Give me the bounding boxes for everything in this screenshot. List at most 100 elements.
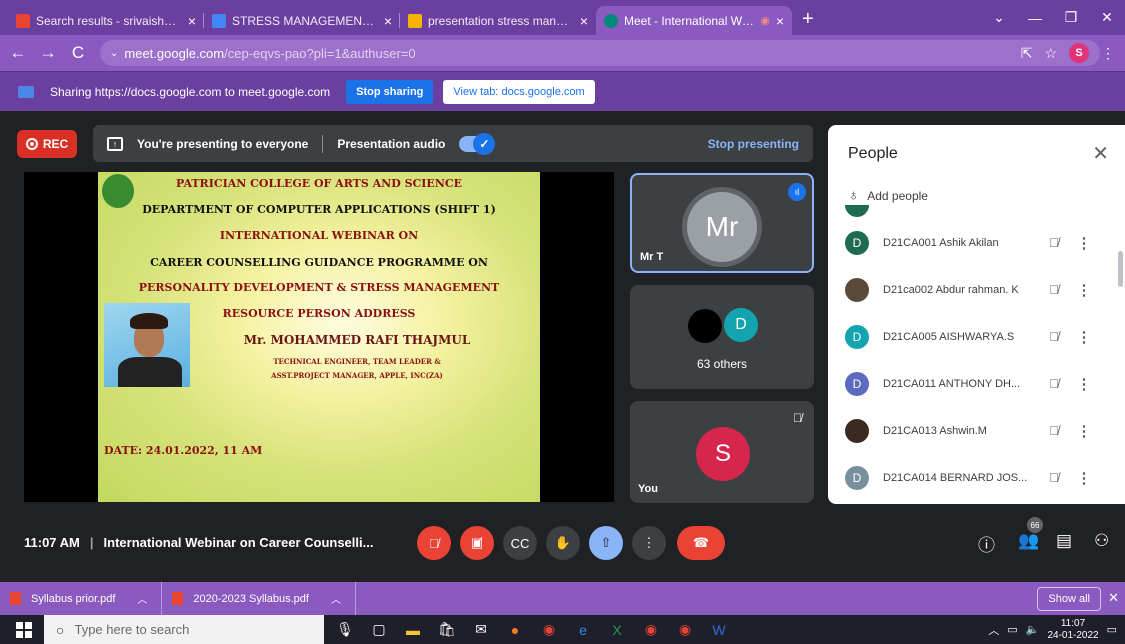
mail-icon[interactable]: ✉ (464, 621, 498, 638)
avatar: D (722, 306, 760, 344)
close-window-button[interactable]: ✕ (1089, 9, 1125, 26)
reload-button[interactable]: C (66, 43, 90, 63)
download-item[interactable]: 2020-2023 Syllabus.pdf ︿ (162, 582, 356, 615)
list-item[interactable]: D D21CA014 BERNARD JOS... 🎙̸ ⋮ (828, 454, 1125, 501)
network-icon[interactable]: ▭ (1007, 623, 1017, 636)
more-options-button[interactable]: ⋮ (632, 526, 666, 560)
chrome-icon[interactable]: ◉ (532, 621, 566, 638)
avatar: Mr (687, 192, 757, 262)
site-info-icon[interactable]: ⌄ (110, 48, 118, 59)
minimize-button[interactable]: — (1017, 10, 1053, 26)
restore-button[interactable]: ❐ (1053, 9, 1089, 26)
edge-icon[interactable]: e (566, 622, 600, 638)
word-icon[interactable]: W (702, 622, 736, 638)
list-item[interactable]: D21CA013 Ashwin.M 🎙̸ ⋮ (828, 407, 1125, 454)
url-field[interactable]: ⌄ meet.google.com/cep-eqvs-pao?pli=1&aut… (100, 40, 1100, 66)
close-icon[interactable]: ✕ (1108, 590, 1119, 606)
mic-toggle-button[interactable]: 🎙̸ (417, 526, 451, 560)
slide-department: DEPARTMENT OF COMPUTER APPLICATIONS (SHI… (142, 203, 496, 216)
task-view-icon[interactable]: ▢ (362, 621, 396, 638)
recording-badge[interactable]: REC (17, 130, 77, 158)
participant-tile-you[interactable]: 🎙̸ S You (630, 401, 814, 503)
list-item[interactable]: D D21CA011 ANTHONY DH... 🎙̸ ⋮ (828, 360, 1125, 407)
participant-name: Mr T (640, 251, 664, 263)
tab-title: Search results - srivaishnavi@pat (36, 13, 182, 28)
file-explorer-icon[interactable]: ▬ (396, 622, 430, 638)
people-icon[interactable]: 👥 (1018, 531, 1039, 551)
others-count: 63 others (696, 357, 748, 371)
close-icon[interactable]: × (384, 13, 392, 29)
more-options-icon[interactable]: ⋮ (1069, 422, 1099, 440)
store-icon[interactable]: 🛍 (430, 621, 464, 638)
search-icon: ○ (56, 621, 65, 638)
list-item[interactable]: D D21CA001 Ashik Akilan 🎙̸ ⋮ (828, 219, 1125, 266)
chevron-up-icon[interactable]: ︿ (331, 591, 341, 606)
chrome-profile-icon[interactable]: ◉ (668, 621, 702, 638)
window-controls: ⌄ — ❐ ✕ (981, 0, 1125, 35)
participant-tile-others[interactable]: D 63 others (630, 285, 814, 389)
microphone-icon[interactable]: 🎙 (328, 621, 362, 638)
participant-tile-mr-t[interactable]: Mr ıl Mr T (630, 173, 814, 273)
more-options-icon[interactable]: ⋮ (1069, 281, 1099, 299)
participant-name: You (638, 483, 658, 495)
tab-docs[interactable]: STRESS MANAGEMENT REPORT × (204, 6, 400, 35)
forward-button[interactable]: → (36, 43, 60, 63)
avatar: D (845, 465, 869, 490)
menu-icon[interactable]: ⋮ (1101, 45, 1115, 62)
record-icon (25, 138, 38, 150)
list-item-partial (828, 205, 1125, 219)
add-people-button[interactable]: ♁ Add people (848, 187, 928, 204)
close-icon[interactable]: ✕ (1092, 141, 1109, 166)
presentation-audio-toggle[interactable]: ✓ (459, 132, 496, 155)
stop-presenting-button[interactable]: Stop presenting (708, 137, 799, 151)
windows-start-icon[interactable] (16, 621, 32, 638)
bookmark-star-icon[interactable]: ☆ (1044, 45, 1057, 62)
more-options-icon[interactable]: ⋮ (1069, 328, 1099, 346)
clock[interactable]: 11:07 24-01-2022 (1047, 618, 1098, 642)
present-button[interactable]: ⇧ (589, 526, 623, 560)
chrome-profile-icon[interactable]: ◉ (634, 621, 668, 638)
close-icon[interactable]: × (776, 13, 784, 29)
stop-sharing-button[interactable]: Stop sharing (346, 79, 434, 104)
raise-hand-button[interactable]: ✋ (546, 526, 580, 560)
excel-icon[interactable]: X (600, 622, 634, 638)
captions-button[interactable]: CC (503, 526, 537, 560)
close-icon[interactable]: × (580, 13, 588, 29)
tab-search-icon[interactable]: ⌄ (981, 9, 1017, 26)
tab-gmail[interactable]: Search results - srivaishnavi@pat × (8, 6, 204, 35)
more-options-icon[interactable]: ⋮ (1069, 375, 1099, 393)
activities-icon[interactable]: ⚇ (1094, 531, 1109, 551)
new-tab-button[interactable]: + (802, 8, 814, 31)
scrollbar[interactable] (1118, 251, 1123, 287)
notifications-icon[interactable]: ▭ (1107, 623, 1117, 636)
more-options-icon[interactable]: ⋮ (1069, 234, 1099, 252)
slide-topic: PERSONALITY DEVELOPMENT & STRESS MANAGEM… (138, 281, 500, 294)
taskbar-search[interactable]: ○ Type here to search (44, 615, 324, 644)
mic-off-icon: 🎙̸ (1049, 235, 1059, 250)
download-item[interactable]: Syllabus prior.pdf ︿ (0, 582, 163, 615)
show-all-button[interactable]: Show all (1037, 587, 1101, 611)
profile-avatar[interactable]: S (1069, 43, 1089, 63)
screen-share-icon (18, 85, 34, 98)
camera-toggle-button[interactable]: ▣̸ (460, 526, 494, 560)
participant-name: D21CA011 ANTHONY DH... (883, 377, 1021, 390)
meeting-details-icon[interactable]: ⓘ (978, 531, 995, 556)
chevron-up-icon[interactable]: ︿ (137, 591, 147, 606)
firefox-icon[interactable]: ● (498, 622, 532, 638)
list-item[interactable]: D D21CA005 AISHWARYA.S 🎙̸ ⋮ (828, 313, 1125, 360)
rec-label: REC (42, 137, 69, 151)
chevron-up-icon[interactable]: ︿ (988, 622, 999, 638)
tab-meet[interactable]: Meet - International Webina ◉ × (596, 6, 792, 35)
mic-off-icon: 🎙̸ (1049, 376, 1059, 391)
list-item[interactable]: D21ca002 Abdur rahman. K 🎙̸ ⋮ (828, 266, 1125, 313)
back-button[interactable]: ← (6, 43, 30, 63)
chat-icon[interactable]: ▤ (1056, 531, 1072, 551)
view-tab-button[interactable]: View tab: docs.google.com (443, 79, 595, 104)
windows-taskbar: ○ Type here to search 🎙 ▢ ▬ 🛍 ✉ ● ◉ e X … (0, 615, 1125, 644)
share-icon[interactable]: ⇱ (1021, 45, 1033, 62)
volume-icon[interactable]: 🔈 (1026, 623, 1040, 636)
close-icon[interactable]: × (188, 13, 196, 29)
tab-slides[interactable]: presentation stress mangem × (400, 6, 596, 35)
leave-call-button[interactable]: ☎ (677, 526, 725, 560)
more-options-icon[interactable]: ⋮ (1069, 469, 1099, 487)
